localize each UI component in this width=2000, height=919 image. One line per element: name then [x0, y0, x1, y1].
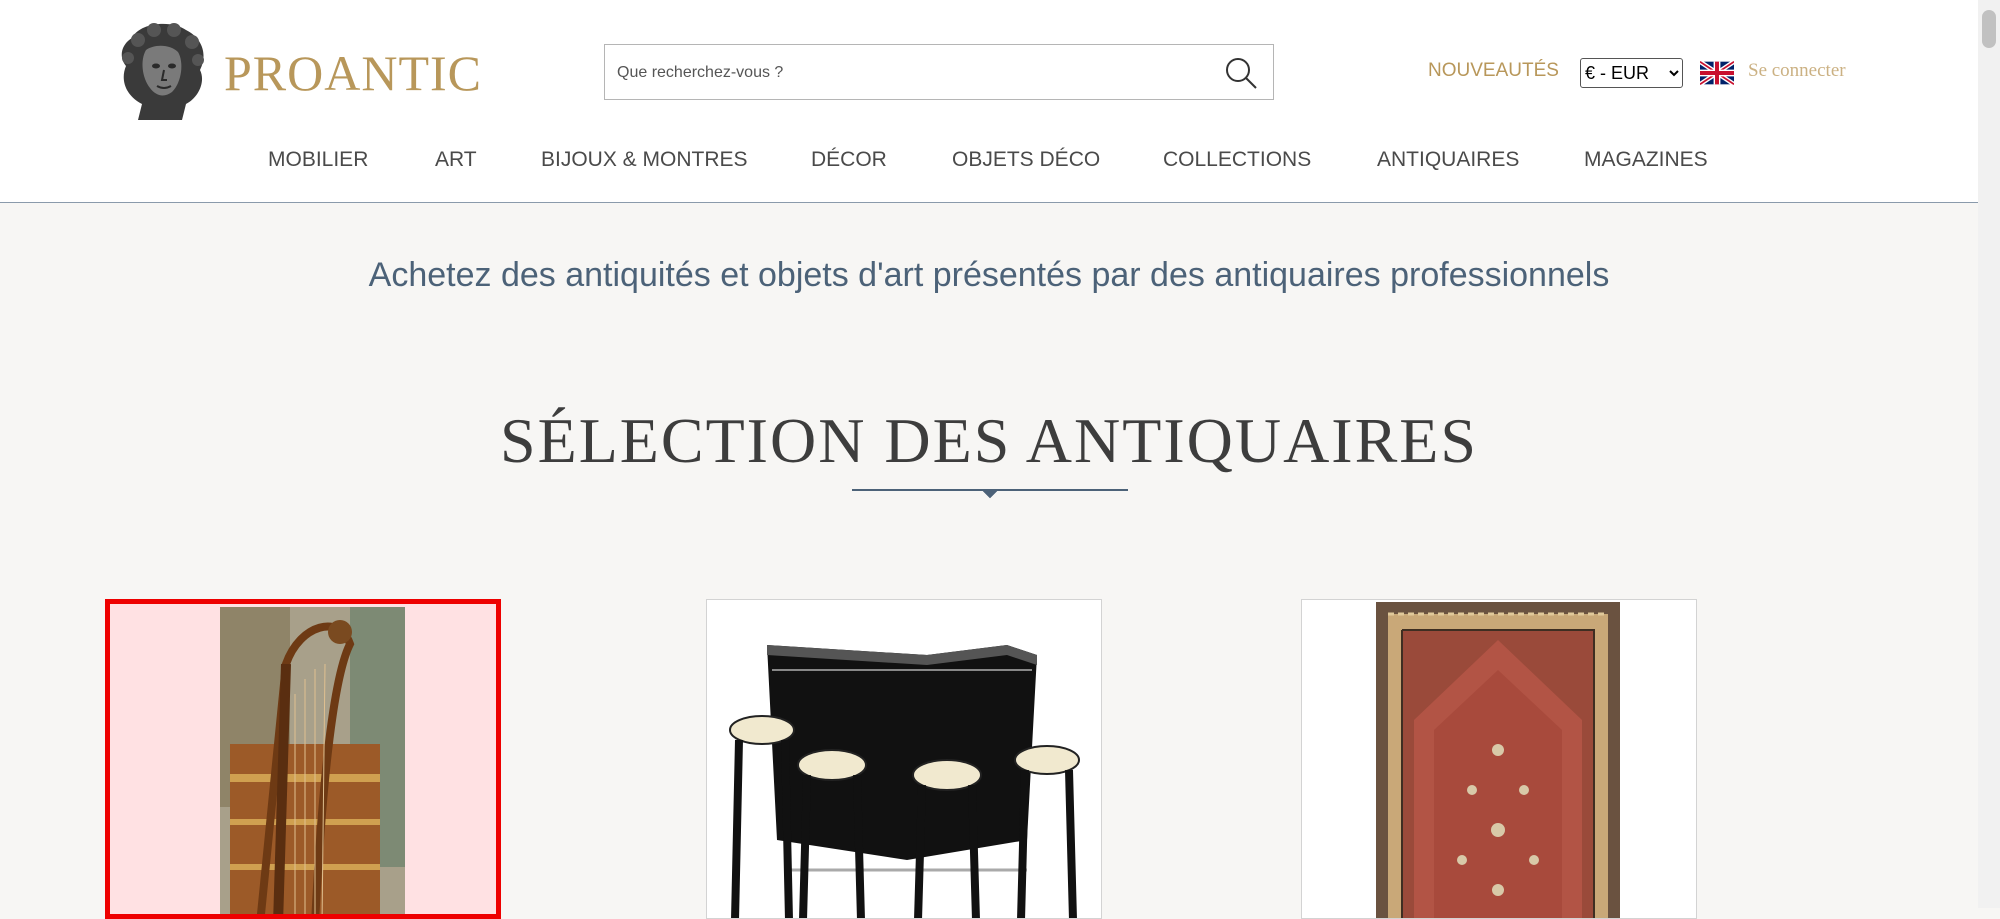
- nav-item-art[interactable]: ART: [435, 148, 477, 172]
- nav-item-mobilier[interactable]: MOBILIER: [268, 148, 368, 172]
- page-tagline: Achetez des antiquités et objets d'art p…: [368, 256, 1610, 294]
- main-nav: MOBILIER ART BIJOUX & MONTRES DÉCOR OBJE…: [0, 148, 1978, 180]
- logo-bust-icon[interactable]: [112, 20, 212, 122]
- section-title: SÉLECTION DES ANTIQUAIRES: [500, 405, 1478, 476]
- bar-image: [729, 645, 1080, 918]
- scrollbar-thumb[interactable]: [1982, 10, 1996, 48]
- rug-image: [1376, 602, 1620, 918]
- search-input[interactable]: [615, 57, 1199, 89]
- site-header: PROANTIC NOUVEAUTÉS € - EUR Se connecter…: [0, 0, 1978, 203]
- nav-item-magazines[interactable]: MAGAZINES: [1584, 148, 1708, 172]
- nav-item-bijoux-montres[interactable]: BIJOUX & MONTRES: [541, 148, 748, 172]
- brand-logo-text[interactable]: PROANTIC: [224, 44, 482, 102]
- new-arrivals-link[interactable]: NOUVEAUTÉS: [1428, 60, 1559, 82]
- nav-item-collections[interactable]: COLLECTIONS: [1163, 148, 1311, 172]
- harp-image: [220, 607, 405, 914]
- currency-select[interactable]: € - EUR: [1580, 58, 1683, 88]
- product-card-rug[interactable]: [1301, 599, 1697, 919]
- nav-item-objets-deco[interactable]: OBJETS DÉCO: [952, 148, 1100, 172]
- search-box: [604, 44, 1274, 100]
- page-scrollbar[interactable]: [1978, 0, 2000, 908]
- product-card-bar[interactable]: [706, 599, 1102, 919]
- login-link[interactable]: Se connecter: [1748, 60, 1846, 82]
- nav-item-decor[interactable]: DÉCOR: [811, 148, 887, 172]
- product-card-harp[interactable]: [105, 599, 501, 919]
- nav-item-antiquaires[interactable]: ANTIQUAIRES: [1377, 148, 1519, 172]
- search-icon[interactable]: [1223, 55, 1259, 91]
- uk-flag-icon[interactable]: [1700, 60, 1734, 86]
